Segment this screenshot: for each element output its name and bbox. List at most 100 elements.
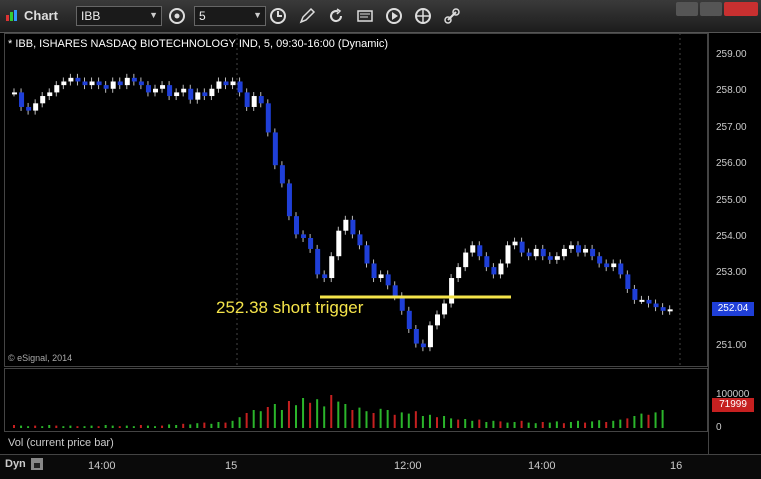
price-candle (265, 103, 271, 133)
close-button[interactable] (724, 2, 758, 16)
volume-bar (436, 417, 438, 428)
play-icon[interactable] (384, 6, 404, 26)
price-candle (209, 88, 215, 97)
volume-bar (139, 425, 142, 428)
price-candle (554, 256, 560, 260)
price-candle (477, 245, 483, 257)
price-candle (413, 329, 419, 344)
interval-input[interactable]: 5 ▼ (194, 6, 266, 26)
volume-bar (520, 420, 523, 428)
price-candle (653, 303, 659, 308)
volume-bar (351, 410, 354, 428)
symbol-input[interactable]: IBB ▼ (76, 6, 162, 26)
chevron-down-icon[interactable]: ▼ (149, 10, 158, 20)
clock-icon[interactable] (268, 6, 288, 26)
price-tick: 259.00 (716, 49, 747, 60)
minimize-button[interactable] (676, 2, 698, 16)
volume-bar (224, 422, 227, 428)
price-candle (160, 85, 166, 89)
volume-bar (428, 414, 431, 428)
volume-bar (90, 425, 93, 428)
volume-bar (393, 414, 396, 428)
volume-bar (287, 401, 290, 428)
price-candle (251, 96, 257, 107)
price-candle (505, 245, 511, 264)
price-candle (561, 248, 567, 257)
price-candle (47, 92, 53, 97)
price-candle (378, 274, 384, 279)
price-candle (336, 230, 342, 257)
chevron-down-icon[interactable]: ▼ (253, 10, 262, 20)
price-candle (26, 106, 32, 111)
price-candle (294, 216, 299, 235)
volume-bar (569, 422, 572, 428)
volume-bar (196, 423, 199, 428)
price-candle (244, 92, 250, 107)
volume-bar (661, 410, 664, 428)
price-candle (583, 248, 589, 253)
volume-bar (62, 426, 65, 428)
pencil-icon[interactable] (297, 6, 317, 26)
volume-bar (309, 402, 312, 428)
price-candle (68, 77, 74, 82)
volume-bar (55, 425, 58, 428)
volume-bar (626, 418, 629, 428)
volume-bar (478, 419, 481, 428)
volume-bar (471, 420, 474, 428)
volume-bar (499, 421, 502, 428)
price-candle (181, 88, 187, 93)
volume-bar (154, 426, 156, 428)
chart-style-icon[interactable] (167, 6, 187, 26)
price-candle (237, 81, 243, 93)
volume-bar (358, 407, 361, 428)
maximize-button[interactable] (700, 2, 722, 16)
volume-bar (238, 417, 241, 428)
price-candle (89, 81, 95, 86)
volume-bar (450, 418, 453, 428)
price-candle (540, 248, 546, 257)
volume-bar (48, 425, 51, 428)
volume-bar (555, 421, 558, 428)
price-candle (639, 299, 645, 302)
price-candle (145, 85, 151, 93)
lock-icon[interactable] (30, 457, 44, 471)
chart-app-icon (6, 10, 17, 21)
price-candle (286, 183, 292, 217)
refresh-icon[interactable] (326, 6, 346, 26)
symbol-value: IBB (81, 9, 101, 23)
volume-bar (111, 425, 114, 428)
copyright-label: © eSignal, 2014 (8, 353, 73, 363)
chart-title: * IBB, ISHARES NASDAQ BIOTECHNOLOGY IND,… (8, 38, 389, 50)
volume-bar (245, 413, 248, 428)
volume-bar (605, 422, 608, 428)
price-axis-divider (708, 33, 709, 454)
volume-bar (210, 423, 213, 428)
link-icon[interactable] (442, 6, 462, 26)
news-icon[interactable] (355, 6, 375, 26)
time-tick: 14:00 (88, 460, 116, 472)
volume-bar (175, 425, 178, 428)
volume-tick: 100000 (716, 389, 750, 400)
volume-bar (541, 422, 544, 428)
price-candle (195, 92, 201, 100)
volume-bar (323, 406, 326, 428)
volume-bar (41, 426, 44, 428)
volume-bar (513, 422, 516, 428)
price-candle (385, 274, 391, 286)
price-candle (406, 310, 412, 329)
price-candle (33, 103, 39, 111)
price-candle (667, 309, 673, 312)
price-candle (611, 263, 617, 268)
volume-bar (34, 425, 37, 428)
price-candle (568, 245, 574, 249)
cursor-icon[interactable] (413, 6, 433, 26)
price-candle (167, 85, 173, 97)
volume-bar (146, 425, 149, 428)
volume-bar (302, 398, 305, 428)
price-candle (660, 307, 666, 311)
volume-bar (217, 422, 220, 428)
dynamic-mode-label[interactable]: Dyn (5, 458, 26, 470)
volume-bar (527, 422, 530, 428)
window-title: Chart (24, 8, 58, 23)
time-tick: 16 (670, 460, 683, 472)
